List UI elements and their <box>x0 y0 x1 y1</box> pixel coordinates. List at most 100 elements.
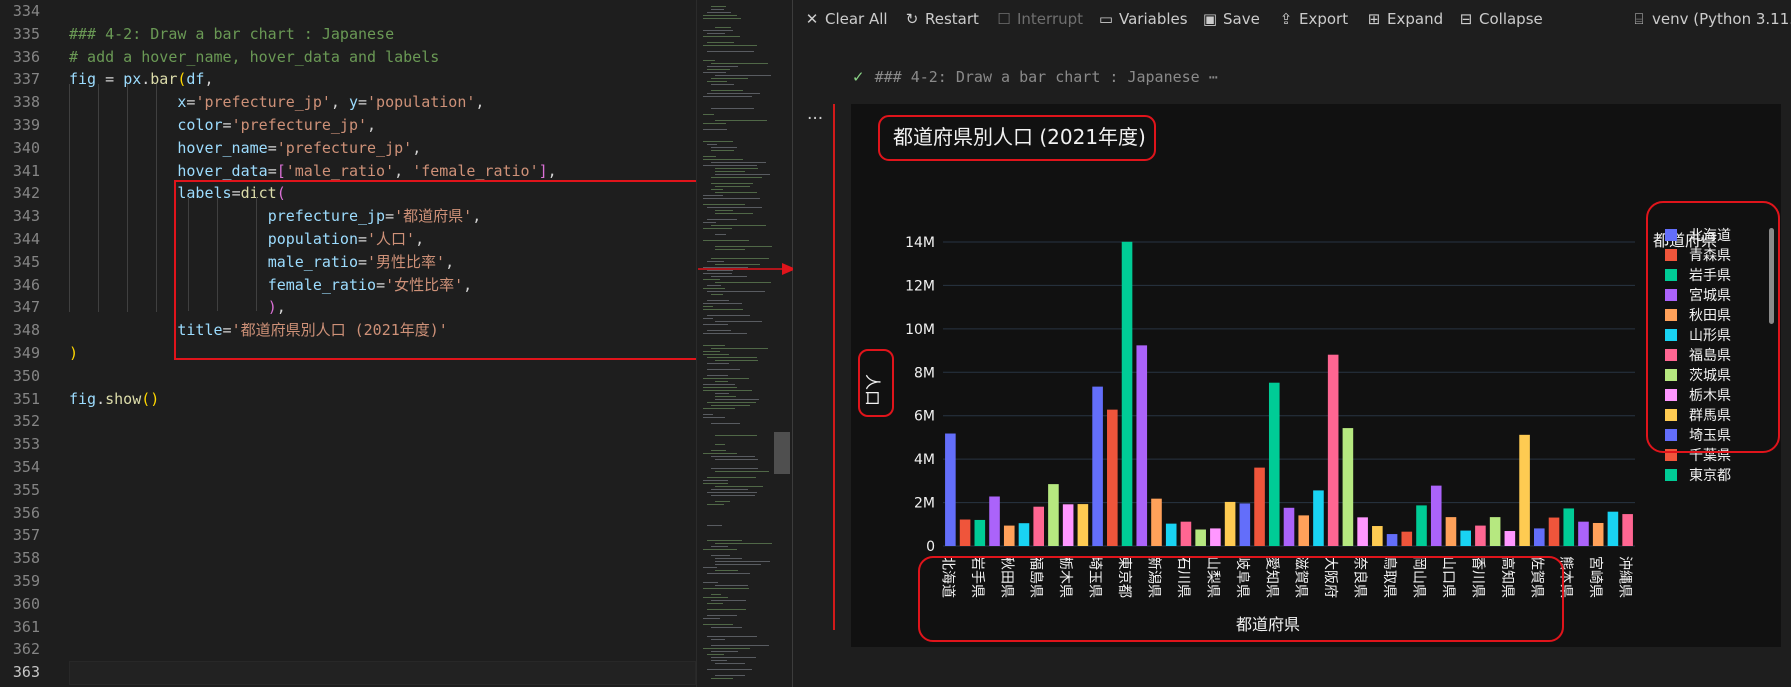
code-line[interactable]: 351 fig.show() <box>0 388 696 411</box>
y-axis-title: 人口 <box>863 374 882 406</box>
minimap-line <box>703 624 733 625</box>
line-number: 337 <box>12 70 40 89</box>
code-line[interactable]: 340 hover_name='prefecture_jp', <box>0 137 696 160</box>
export-icon: ⇪ <box>1279 10 1293 28</box>
legend-item-label: 宮城県 <box>1689 288 1731 304</box>
cell-more-button[interactable]: ... <box>807 104 823 124</box>
code-line[interactable]: 363 <box>0 661 696 684</box>
legend-item-label: 青森県 <box>1689 248 1731 264</box>
minimap-line <box>711 423 740 424</box>
minimap-line <box>715 282 771 283</box>
bar-愛媛県 <box>1489 517 1501 546</box>
x-tick-label: 栃木県 <box>1057 556 1073 598</box>
code-line[interactable]: 341 hover_data=['male_ratio', 'female_ra… <box>0 160 696 183</box>
code-line[interactable]: 354 <box>0 456 696 479</box>
code-line[interactable]: 355 <box>0 479 696 502</box>
code-token: () <box>141 389 160 408</box>
code-line[interactable]: 350 <box>0 365 696 388</box>
x-tick-label: 岐阜県 <box>1234 556 1251 598</box>
plotly-chart[interactable]: 0 2M 4M 6M 8M 10M 12M 14M 北海道 岩手県 秋田県 福島県 栃木県 埼玉県 東京都… <box>851 104 1781 647</box>
code-token: . <box>96 389 106 408</box>
minimap-line <box>707 636 757 637</box>
minimap-line <box>703 222 716 223</box>
legend-scrollbar[interactable] <box>1769 228 1774 324</box>
x-tick-label: 福島県 <box>1028 556 1044 598</box>
line-number: 349 <box>12 344 40 362</box>
code-line[interactable]: 362 <box>0 638 696 661</box>
minimap-line <box>711 84 734 85</box>
code-line[interactable]: 352 <box>0 410 696 433</box>
minimap-line <box>715 564 761 565</box>
legend[interactable]: 都道府県 北海道青森県岩手県宮城県秋田県山形県福島県茨城県栃木県群馬県埼玉県千葉… <box>1653 228 1774 484</box>
bar-佐賀県 <box>1533 528 1545 546</box>
minimap-line <box>703 96 752 97</box>
minimap-line <box>711 405 750 406</box>
x-tick-label: 岩手県 <box>969 556 985 598</box>
save-button[interactable]: ▣ Save <box>1201 8 1260 30</box>
bar-岩手県 <box>974 519 986 546</box>
code-line[interactable]: 357 <box>0 524 696 547</box>
code-line[interactable]: 338 x='prefecture_jp', y='population', <box>0 91 696 114</box>
minimap-line <box>711 63 768 64</box>
minimap-line <box>703 279 720 280</box>
minimap[interactable] <box>696 0 793 687</box>
bar-徳島県 <box>1460 530 1471 546</box>
minimap-line <box>703 345 725 346</box>
minimap-line <box>703 480 728 481</box>
minimap-line <box>707 504 724 505</box>
x-tick-label: 石川県 <box>1175 556 1191 598</box>
code-line[interactable]: 360 <box>0 593 696 616</box>
minimap-line <box>711 183 753 184</box>
code-editor[interactable]: 334 335 ### 4-2: Draw a bar chart : Japane… <box>0 0 702 687</box>
code-token: = <box>267 161 277 180</box>
code-text: fig = px.bar(df, <box>69 68 214 91</box>
x-tick-label: 愛知県 <box>1263 556 1280 598</box>
bar-山梨県 <box>1210 528 1221 546</box>
code-line[interactable]: 356 <box>0 502 696 525</box>
restart-button[interactable]: ↻ Restart <box>903 8 979 30</box>
code-line[interactable]: 335 ### 4-2: Draw a bar chart : Japanese <box>0 23 696 46</box>
code-line[interactable]: 337 fig = px.bar(df, <box>0 68 696 91</box>
line-number: 357 <box>12 526 40 545</box>
expand-button[interactable]: ⊞ Expand <box>1365 8 1443 30</box>
minimap-line <box>703 618 720 619</box>
minimap-line <box>707 219 737 220</box>
minimap-line <box>715 675 745 676</box>
code-line[interactable]: 336 # add a hover_name, hover_data and la… <box>0 46 696 69</box>
minimap-line <box>711 276 747 277</box>
kernel-picker[interactable]: ⌸ venv (Python 3.11.1 <box>1630 8 1791 30</box>
code-line[interactable]: 353 <box>0 433 696 456</box>
collapse-button[interactable]: ⊟ Collapse <box>1457 8 1543 30</box>
interrupt-button[interactable]: ☐ Interrupt <box>995 8 1083 30</box>
bar-福井県 <box>1195 529 1206 546</box>
minimap-line <box>715 501 730 502</box>
minimap-line <box>703 324 728 325</box>
code-line[interactable]: 361 <box>0 616 696 639</box>
bar-兵庫県 <box>1342 428 1354 546</box>
scrollbar-thumb[interactable] <box>774 432 790 474</box>
code-line[interactable]: 339 color='prefecture_jp', <box>0 114 696 137</box>
code-line[interactable]: 359 <box>0 570 696 593</box>
bar-岡山県 <box>1416 505 1427 546</box>
check-icon: ✓ <box>852 68 865 86</box>
code-text: fig.show() <box>69 388 159 411</box>
code-token: color <box>177 116 223 134</box>
minimap-line <box>707 369 740 370</box>
code-line[interactable]: 358 <box>0 547 696 570</box>
clear-all-button[interactable]: ✕ Clear All <box>803 8 888 30</box>
y-tick-label: 6M <box>914 409 935 425</box>
close-icon: ✕ <box>805 10 819 28</box>
export-button[interactable]: ⇪ Export <box>1277 8 1348 30</box>
line-number: 343 <box>12 207 40 226</box>
minimap-line <box>711 600 746 601</box>
legend-item-label: 東京都 <box>1689 468 1731 484</box>
minimap-line <box>711 294 723 295</box>
minimap-line <box>715 381 728 382</box>
bar-大分県 <box>1578 521 1589 546</box>
variables-button[interactable]: ▭ Variables <box>1097 8 1188 30</box>
minimap-line <box>703 387 737 388</box>
cell-header[interactable]: ✓ ### 4-2: Draw a bar chart : Japanese ⋯ <box>852 66 1218 88</box>
code-line[interactable]: 334 <box>0 0 696 23</box>
minimap-line <box>711 150 734 151</box>
